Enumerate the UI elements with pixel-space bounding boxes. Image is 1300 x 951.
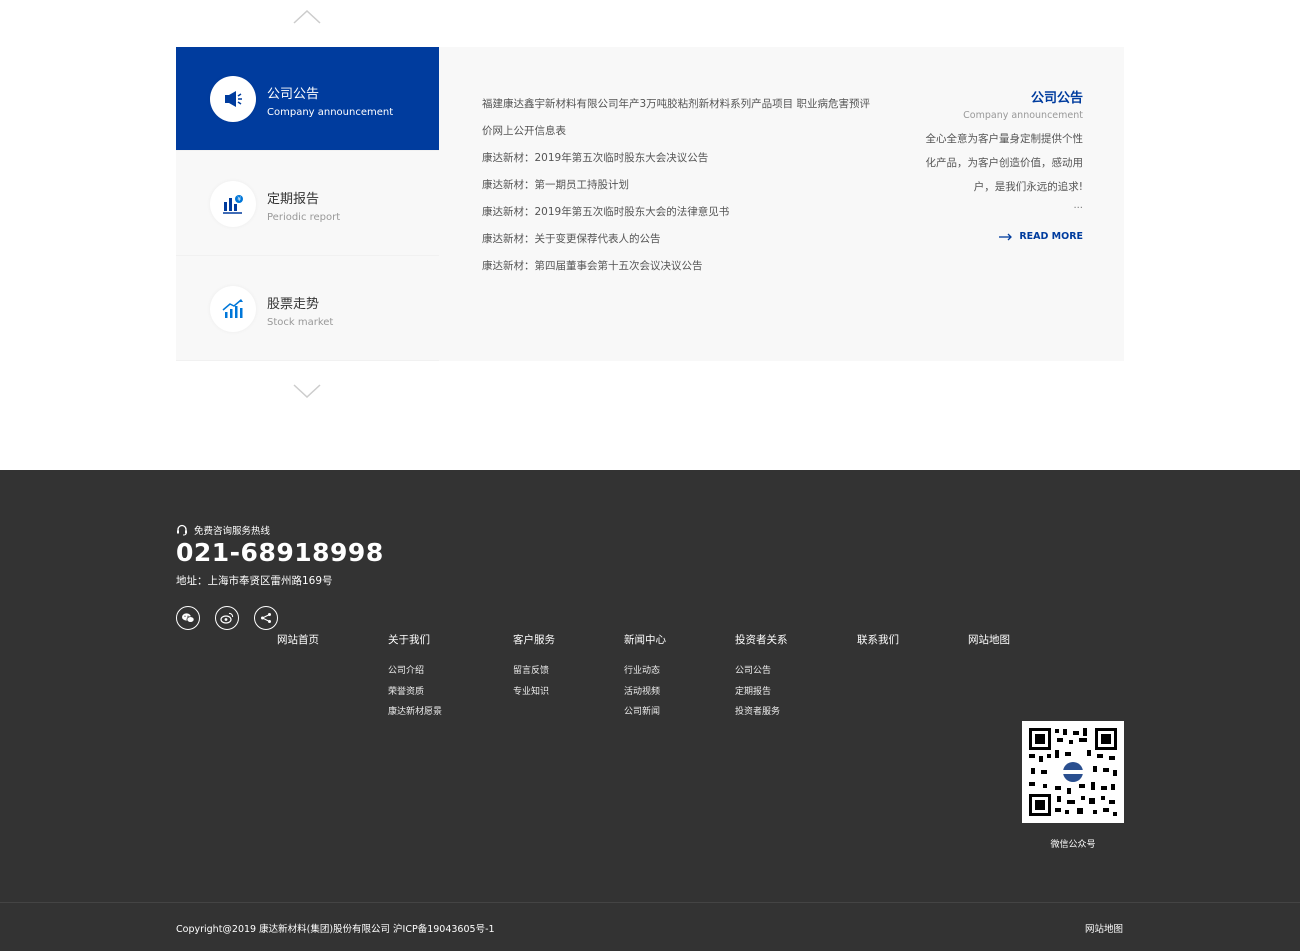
hotline-number: 021-68918998 bbox=[176, 538, 384, 567]
news-item[interactable]: 康达新材：关于变更保荐代表人的公告 bbox=[482, 226, 892, 253]
footer-nav-head[interactable]: 新闻中心 bbox=[624, 632, 666, 647]
wechat-icon[interactable] bbox=[176, 606, 200, 630]
scroll-up-arrow-icon[interactable] bbox=[292, 6, 322, 26]
footer-nav-news: 新闻中心 行业动态 活动视频 公司新闻 bbox=[624, 632, 666, 723]
footer-nav-contact: 联系我们 bbox=[857, 632, 899, 661]
tab-title: 股票走势 bbox=[267, 297, 320, 312]
footer-nav-link[interactable]: 活动视频 bbox=[624, 682, 666, 703]
arrow-right-icon bbox=[999, 233, 1013, 240]
news-item[interactable]: 康达新材：第四届董事会第十五次会议决议公告 bbox=[482, 253, 892, 280]
intro-line: 化产品，为客户创造价值，感动用 bbox=[925, 157, 1084, 169]
copyright: Copyright@2019 康达新材料(集团)股份有限公司 沪ICP备1904… bbox=[176, 924, 495, 935]
footer-divider bbox=[0, 902, 1300, 903]
footer-nav-head[interactable]: 关于我们 bbox=[388, 632, 442, 647]
megaphone-icon bbox=[210, 76, 256, 122]
footer-sitemap-link[interactable]: 网站地图 bbox=[1085, 921, 1123, 935]
footer-nav-investor: 投资者关系 公司公告 定期报告 投资者服务 bbox=[735, 632, 788, 723]
address: 地址：上海市奉贤区雷州路169号 bbox=[176, 575, 333, 587]
read-more-link[interactable]: READ MORE bbox=[999, 231, 1083, 242]
svg-text:¥: ¥ bbox=[237, 196, 241, 203]
news-list: 福建康达鑫宇新材料有限公司年产3万吨胶粘剂新材料系列产品项目 职业病危害预评 价… bbox=[482, 91, 892, 280]
footer-nav-link[interactable]: 投资者服务 bbox=[735, 702, 788, 723]
footer-nav-link[interactable]: 定期报告 bbox=[735, 682, 788, 703]
footer-nav-head[interactable]: 客户服务 bbox=[513, 632, 555, 647]
news-item[interactable]: 康达新材：2019年第五次临时股东大会的法律意见书 bbox=[482, 199, 892, 226]
report-chart-icon: ¥ bbox=[210, 181, 256, 227]
tab-title: 定期报告 bbox=[267, 192, 320, 207]
intro-line: 全心全意为客户量身定制提供个性 bbox=[925, 133, 1084, 145]
news-item[interactable]: 价网上公开信息表 bbox=[482, 118, 892, 145]
intro-ellipsis: ... bbox=[1073, 200, 1083, 211]
tab-subtitle: Stock market bbox=[267, 317, 334, 328]
announcement-panel: 公司公告 Company announcement ¥ 定期报告 Periodi… bbox=[176, 47, 1124, 361]
social-links bbox=[176, 606, 278, 630]
footer-nav-link[interactable]: 公司公告 bbox=[735, 661, 788, 682]
side-tabs: 公司公告 Company announcement ¥ 定期报告 Periodi… bbox=[176, 47, 439, 361]
tab-subtitle: Company announcement bbox=[267, 107, 394, 118]
footer-nav-link[interactable]: 公司新闻 bbox=[624, 702, 666, 723]
stock-trend-icon bbox=[210, 286, 256, 332]
scroll-down-arrow-icon[interactable] bbox=[292, 382, 322, 402]
news-item[interactable]: 康达新材：2019年第五次临时股东大会决议公告 bbox=[482, 145, 892, 172]
footer-nav-about: 关于我们 公司介绍 荣誉资质 康达新材愿景 bbox=[388, 632, 442, 723]
tab-stock-market[interactable]: 股票走势 Stock market bbox=[176, 257, 439, 361]
weibo-icon[interactable] bbox=[215, 606, 239, 630]
wechat-qr-code bbox=[1022, 721, 1124, 823]
footer: 免费咨询服务热线 021-68918998 地址：上海市奉贤区雷州路169号 网… bbox=[0, 470, 1300, 951]
intro-block: 公司公告 Company announcement 全心全意为客户量身定制提供个… bbox=[911, 87, 1084, 245]
read-more-label: READ MORE bbox=[1019, 231, 1083, 242]
intro-subtitle: Company announcement bbox=[963, 110, 1083, 121]
intro-title: 公司公告 bbox=[1030, 91, 1083, 106]
share-icon[interactable] bbox=[254, 606, 278, 630]
news-item[interactable]: 福建康达鑫宇新材料有限公司年产3万吨胶粘剂新材料系列产品项目 职业病危害预评 bbox=[482, 91, 892, 118]
news-item[interactable]: 康达新材：第一期员工持股计划 bbox=[482, 172, 892, 199]
footer-nav-link[interactable]: 康达新材愿景 bbox=[388, 702, 442, 723]
tab-company-announcement[interactable]: 公司公告 Company announcement bbox=[176, 47, 439, 151]
tab-title: 公司公告 bbox=[267, 87, 320, 102]
footer-nav-home: 网站首页 bbox=[277, 632, 319, 661]
investor-section: 公司公告 Company announcement ¥ 定期报告 Periodi… bbox=[0, 0, 1300, 470]
footer-nav-sitemap: 网站地图 bbox=[968, 632, 1010, 661]
footer-nav-head[interactable]: 网站地图 bbox=[968, 632, 1010, 647]
footer-nav-link[interactable]: 行业动态 bbox=[624, 661, 666, 682]
footer-nav-link[interactable]: 留言反馈 bbox=[513, 661, 555, 682]
hotline-label: 免费咨询服务热线 bbox=[176, 523, 270, 537]
footer-nav-head[interactable]: 投资者关系 bbox=[735, 632, 788, 647]
intro-text: 全心全意为客户量身定制提供个性 化产品，为客户创造价值，感动用 户，是我们永远的… bbox=[911, 127, 1084, 199]
qr-label: 微信公众号 bbox=[1050, 840, 1096, 850]
footer-nav-link[interactable]: 公司介绍 bbox=[388, 661, 442, 682]
tab-periodic-report[interactable]: ¥ 定期报告 Periodic report bbox=[176, 152, 439, 256]
footer-nav-head[interactable]: 联系我们 bbox=[857, 632, 899, 647]
footer-nav-head[interactable]: 网站首页 bbox=[277, 632, 319, 647]
hotline-label-text: 免费咨询服务热线 bbox=[194, 526, 271, 537]
headset-icon bbox=[177, 524, 187, 536]
intro-line: 户，是我们永远的追求! bbox=[973, 181, 1083, 193]
footer-nav-service: 客户服务 留言反馈 专业知识 bbox=[513, 632, 555, 702]
tab-subtitle: Periodic report bbox=[267, 212, 341, 223]
footer-nav-link[interactable]: 专业知识 bbox=[513, 682, 555, 703]
footer-nav-link[interactable]: 荣誉资质 bbox=[388, 682, 442, 703]
